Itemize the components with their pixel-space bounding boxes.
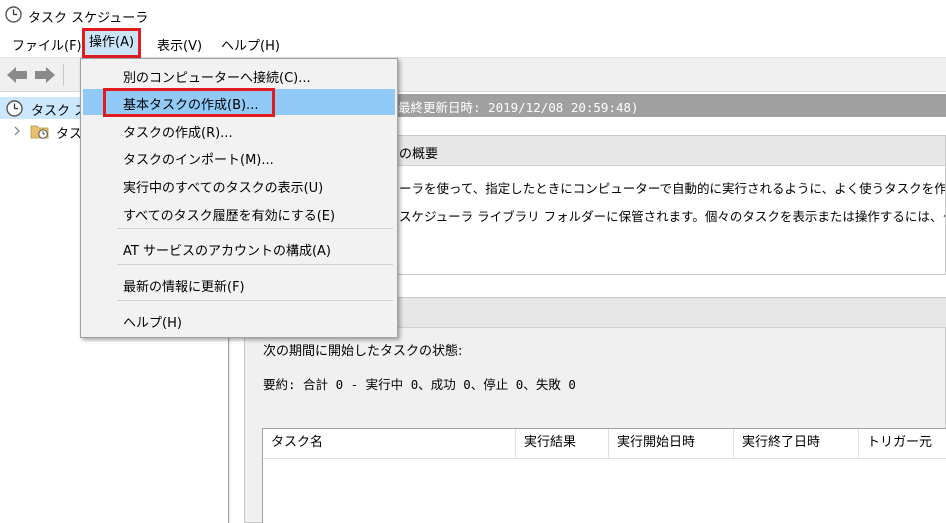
column-header-end-time[interactable]: 実行終了日時: [734, 429, 859, 459]
window-title: タスク スケジューラ: [28, 11, 149, 26]
overview-line-1: ーラを使って、指定したときにコンピューターで自動的に実行されるように、よく使うタ…: [399, 181, 946, 196]
clock-icon: [5, 6, 22, 23]
column-header-task-name[interactable]: タスク名: [263, 429, 516, 459]
menu-item-refresh[interactable]: 最新の情報に更新(F): [83, 271, 395, 297]
toolbar-separator: [63, 64, 64, 86]
chevron-right-icon[interactable]: [13, 126, 21, 136]
menu-item-help[interactable]: ヘルプ(H): [83, 307, 395, 333]
menu-item-refresh-label: 最新の情報に更新(F): [123, 280, 245, 295]
menu-bar: ファイル(F) 操作(A) 表示(V) ヘルプ(H): [0, 28, 946, 58]
tree-library-label: タス: [56, 127, 83, 142]
menu-item-help-label: ヘルプ(H): [123, 316, 182, 331]
menu-item-show-running[interactable]: 実行中のすべてのタスクの表示(U): [83, 172, 395, 198]
menu-item-connect-label: 別のコンピューターへ接続(C)...: [123, 71, 311, 86]
menu-item-at-service-label: AT サービスのアカウントの構成(A): [123, 244, 331, 259]
menu-item-show-running-label: 実行中のすべてのタスクの表示(U): [123, 181, 324, 196]
menu-item-create-task-label: タスクの作成(R)...: [123, 126, 233, 141]
overview-line-2: スケジューラ ライブラリ フォルダーに保管されます。個々のタスクを表示または操作…: [399, 209, 946, 224]
menu-help[interactable]: ヘルプ(H): [221, 35, 280, 54]
forward-arrow-icon[interactable]: [34, 66, 56, 84]
menu-view[interactable]: 表示(V): [157, 35, 202, 54]
highlight-box: [103, 88, 275, 117]
column-header-trigger[interactable]: トリガー元: [859, 429, 946, 459]
menu-separator: [117, 264, 393, 265]
status-summary: 要約: 合計 0 - 実行中 0、成功 0、停止 0、失敗 0: [263, 377, 576, 392]
task-table[interactable]: タスク名 実行結果 実行開始日時 実行終了日時 トリガー元: [262, 428, 946, 523]
last-updated-text: 最終更新日時: 2019/12/08 20:59:48): [398, 100, 639, 115]
tree-root-label: タスク ス: [31, 104, 88, 119]
menu-item-enable-history-label: すべてのタスク履歴を有効にする(E): [123, 209, 336, 224]
menu-file[interactable]: ファイル(F): [12, 35, 82, 54]
status-caption: 次の期間に開始したタスクの状態:: [263, 344, 463, 359]
menu-item-enable-history[interactable]: すべてのタスク履歴を有効にする(E): [83, 200, 395, 226]
menu-item-import-task-label: タスクのインポート(M)...: [123, 153, 274, 168]
menu-item-create-task[interactable]: タスクの作成(R)...: [83, 117, 395, 143]
title-bar: タスク スケジューラ: [0, 0, 946, 30]
clock-icon: [6, 100, 23, 117]
menu-separator: [117, 228, 393, 229]
menu-item-at-service[interactable]: AT サービスのアカウントの構成(A): [83, 235, 395, 261]
menu-item-connect[interactable]: 別のコンピューターへ接続(C)...: [83, 62, 395, 88]
action-dropdown-menu: 別のコンピューターへ接続(C)... 基本タスクの作成(B)... タスクの作成…: [80, 58, 398, 338]
back-arrow-icon[interactable]: [6, 66, 28, 84]
menu-separator: [117, 300, 393, 301]
table-header: タスク名 実行結果 実行開始日時 実行終了日時 トリガー元: [263, 429, 946, 459]
column-header-result[interactable]: 実行結果: [516, 429, 609, 459]
folder-clock-icon: [30, 125, 49, 139]
menu-action[interactable]: 操作(A): [82, 28, 142, 58]
overview-title: の概要: [399, 147, 439, 162]
column-header-start-time[interactable]: 実行開始日時: [609, 429, 734, 459]
menu-item-import-task[interactable]: タスクのインポート(M)...: [83, 144, 395, 170]
